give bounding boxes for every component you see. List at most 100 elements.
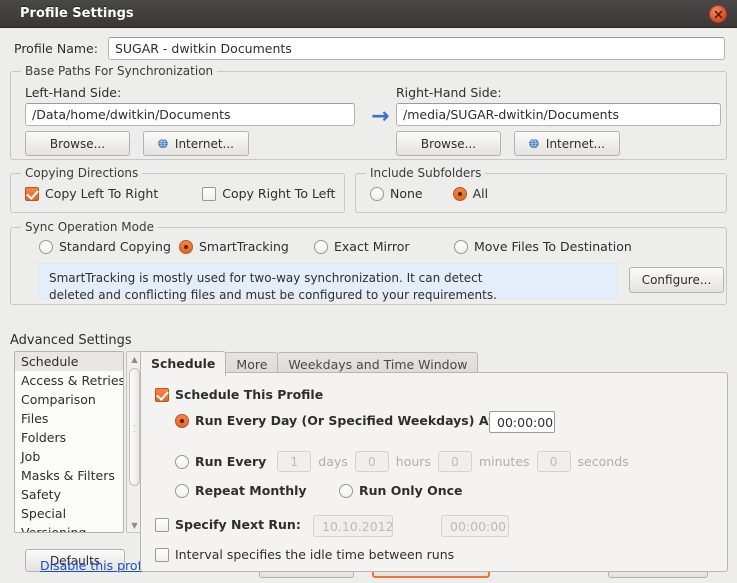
subfolders-all-radio[interactable]: All <box>452 186 489 201</box>
advanced-settings-list-area: Schedule Access & Retries Comparison Fil… <box>14 351 143 533</box>
run-every-hours-input[interactable]: 0 <box>354 451 389 472</box>
run-every-minutes-input[interactable]: 0 <box>437 451 472 472</box>
subfolders-all-label: All <box>472 186 489 201</box>
profile-settings-window: Profile Settings Profile Name: SUGAR - d… <box>0 0 737 583</box>
run-only-once-label: Run Only Once <box>359 483 463 498</box>
include-subfolders-options: None All <box>370 186 488 201</box>
list-item-safety[interactable]: Safety <box>15 485 123 504</box>
run-every-radio[interactable]: Run Every <box>175 454 270 469</box>
schedule-this-profile-checkbox[interactable]: Schedule This Profile <box>155 387 323 402</box>
copy-left-to-right-checkbox[interactable]: Copy Left To Right <box>25 186 158 201</box>
checked-icon <box>155 387 169 402</box>
specify-next-run-time-value: 00:00:00 <box>450 518 507 534</box>
run-every-row: Run Every 1 days 0 hours 0 minutes 0 sec… <box>175 451 629 472</box>
sync-mode-info-line1: SmartTracking is mostly used for two-way… <box>49 271 483 285</box>
copy-right-to-left-checkbox[interactable]: Copy Right To Left <box>202 186 335 201</box>
right-buttons: Browse... Internet... <box>396 131 726 156</box>
copying-directions-group: Copying Directions Copy Left To Right Co… <box>10 166 345 213</box>
tab-weekdays-label: Weekdays and Time Window <box>288 357 468 372</box>
close-glyph <box>714 10 722 18</box>
profile-name-value: SUGAR - dwitkin Documents <box>114 41 292 56</box>
profile-name-label: Profile Name: <box>14 41 98 56</box>
copying-directions-legend: Copying Directions <box>21 166 143 180</box>
left-internet-button[interactable]: Internet... <box>143 131 249 156</box>
radio-off-icon <box>175 454 189 469</box>
repeat-monthly-radio[interactable]: Repeat Monthly <box>175 483 307 498</box>
right-internet-button[interactable]: Internet... <box>514 131 620 156</box>
sync-mode-info: SmartTracking is mostly used for two-way… <box>38 263 618 302</box>
list-item-access-retries[interactable]: Access & Retries <box>15 371 123 390</box>
mode-exact-mirror-radio[interactable]: Exact Mirror <box>314 239 454 254</box>
radio-on-icon <box>452 186 467 201</box>
subfolders-none-radio[interactable]: None <box>370 186 423 201</box>
right-path-input[interactable]: /media/SUGAR-dwitkin/Documents <box>396 103 721 126</box>
left-side-block: Left-Hand Side: /Data/home/dwitkin/Docum… <box>25 85 355 156</box>
close-icon[interactable] <box>709 5 727 23</box>
mode-smarttracking-radio[interactable]: SmartTracking <box>179 239 314 254</box>
scrollbar-thumb[interactable] <box>129 368 140 486</box>
profile-name-input[interactable]: SUGAR - dwitkin Documents <box>107 37 725 60</box>
sync-mode-legend: Sync Operation Mode <box>21 220 158 234</box>
radio-off-icon <box>39 239 53 254</box>
window-title: Profile Settings <box>20 6 134 21</box>
base-paths-legend: Base Paths For Synchronization <box>21 64 218 78</box>
specify-next-run-label: Specify Next Run: <box>175 517 301 532</box>
include-subfolders-legend: Include Subfolders <box>366 166 486 180</box>
copy-right-to-left-label: Copy Right To Left <box>222 186 336 201</box>
list-item-files[interactable]: Files <box>15 409 123 428</box>
run-every-days-value: 1 <box>290 454 299 469</box>
run-every-day-time-value: 00:00:00 <box>497 414 554 430</box>
list-item-special[interactable]: Special <box>15 504 123 523</box>
left-path-value: /Data/home/dwitkin/Documents <box>32 107 231 122</box>
run-every-days-input[interactable]: 1 <box>277 451 312 472</box>
right-browse-button[interactable]: Browse... <box>396 131 501 156</box>
advanced-settings-list[interactable]: Schedule Access & Retries Comparison Fil… <box>14 351 124 533</box>
specify-next-run-time-input[interactable]: 00:00:00 <box>441 515 509 537</box>
specify-next-run-checkbox[interactable]: Specify Next Run: <box>155 517 301 532</box>
run-every-seconds-value: 0 <box>549 454 558 469</box>
list-item-versioning[interactable]: Versioning <box>15 523 123 532</box>
mode-smarttracking-label: SmartTracking <box>199 239 289 254</box>
list-item-comparison[interactable]: Comparison <box>15 390 123 409</box>
list-item-masks-filters[interactable]: Masks & Filters <box>15 466 123 485</box>
tab-schedule-label: Schedule <box>151 356 216 371</box>
run-every-minutes-value: 0 <box>451 454 459 469</box>
radio-off-icon <box>454 239 468 254</box>
specify-next-run-date-input[interactable]: 10.10.2012 <box>313 515 394 537</box>
base-paths-group: Base Paths For Synchronization Left-Hand… <box>10 64 727 160</box>
mode-move-files-radio[interactable]: Move Files To Destination <box>454 239 632 254</box>
interval-idle-checkbox[interactable]: Interval specifies the idle time between… <box>155 547 454 562</box>
radio-on-icon <box>179 239 193 254</box>
mode-standard-copying-radio[interactable]: Standard Copying <box>39 239 179 254</box>
left-buttons: Browse... Internet... <box>25 131 355 156</box>
run-every-day-time-input[interactable]: 00:00:00 <box>489 411 555 433</box>
globe-icon <box>529 138 539 149</box>
run-every-seconds-input[interactable]: 0 <box>536 451 571 472</box>
repeat-monthly-label: Repeat Monthly <box>195 483 307 498</box>
tab-schedule[interactable]: Schedule <box>140 351 227 376</box>
subfolders-none-label: None <box>390 186 423 201</box>
left-browse-label: Browse... <box>49 136 106 151</box>
run-every-day-label: Run Every Day (Or Specified Weekdays) At <box>195 413 495 428</box>
list-item-folders[interactable]: Folders <box>15 428 123 447</box>
right-side-block: Right-Hand Side: /media/SUGAR-dwitkin/Do… <box>396 85 726 156</box>
list-item-schedule[interactable]: Schedule <box>15 352 123 371</box>
unchecked-icon <box>155 517 169 532</box>
advanced-settings-legend: Advanced Settings <box>10 333 132 348</box>
globe-icon <box>158 138 168 149</box>
arrow-right-icon: → <box>371 104 390 129</box>
sync-mode-group: Sync Operation Mode Standard Copying Sma… <box>10 220 727 305</box>
checked-icon <box>25 186 39 201</box>
run-every-seconds-unit: seconds <box>577 454 629 469</box>
run-every-day-radio[interactable]: Run Every Day (Or Specified Weekdays) At <box>175 413 494 428</box>
list-item-job[interactable]: Job <box>15 447 123 466</box>
left-browse-button[interactable]: Browse... <box>25 131 130 156</box>
left-path-input[interactable]: /Data/home/dwitkin/Documents <box>25 103 355 126</box>
radio-off-icon <box>339 483 353 498</box>
specify-next-run-date-value: 10.10.2012 <box>322 518 394 534</box>
radio-off-icon <box>370 186 384 201</box>
sync-mode-options: Standard Copying SmartTracking Exact Mir… <box>39 239 632 254</box>
configure-button[interactable]: Configure... <box>629 267 724 293</box>
copying-directions-options: Copy Left To Right Copy Right To Left <box>25 186 335 201</box>
run-only-once-radio[interactable]: Run Only Once <box>339 483 463 498</box>
